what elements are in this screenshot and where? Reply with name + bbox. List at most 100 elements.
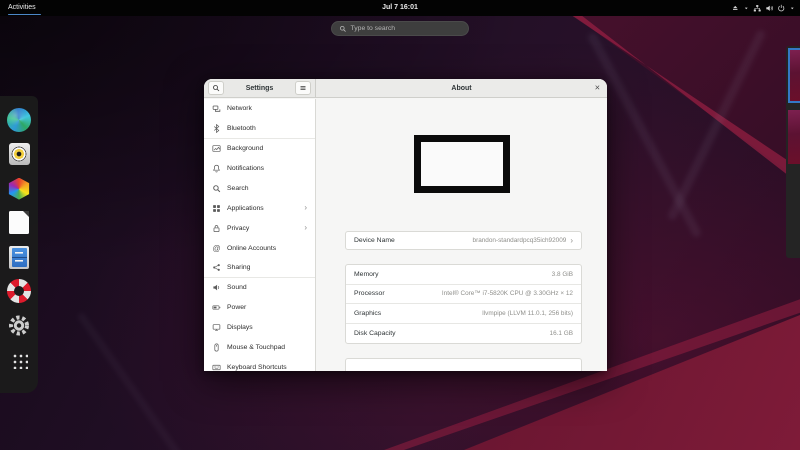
sidebar-item-label: Displays <box>227 324 253 331</box>
computer-monitor-icon <box>414 135 510 193</box>
content-header: About × <box>316 79 607 98</box>
dock-item-show-apps[interactable] <box>7 348 31 372</box>
web-browser-icon <box>7 108 31 132</box>
partial-card-clipped <box>345 358 582 371</box>
info-label: Disk Capacity <box>354 330 396 337</box>
sidebar-item-search[interactable]: Search <box>204 179 315 199</box>
notifications-icon <box>212 164 221 173</box>
caret-down-icon[interactable] <box>743 5 750 12</box>
sidebar-item-label: Notifications <box>227 165 264 172</box>
workspace-switcher <box>786 46 800 258</box>
photos-icon <box>8 178 30 200</box>
workspace-thumbnail-active[interactable] <box>788 48 800 103</box>
sidebar-item-power[interactable]: Power <box>204 298 315 318</box>
sidebar-item-applications[interactable]: Applications› <box>204 198 315 218</box>
device-name-label: Device Name <box>354 237 395 244</box>
help-icon <box>7 279 31 303</box>
desktop: Activities Jul 7 16:01 Type to search Se… <box>0 0 800 450</box>
dock-item-web-browser[interactable] <box>7 108 31 132</box>
sidebar-item-online-accounts[interactable]: @ Online Accounts <box>204 238 315 258</box>
device-name-row[interactable]: Device Name brandon-standardpcq35ich9200… <box>346 232 581 249</box>
info-value: llvmpipe (LLVM 11.0.1, 256 bits) <box>482 310 573 317</box>
activities-active-underline <box>8 14 41 16</box>
settings-sidebar: NetworkBluetooth Background Notifications S… <box>204 99 316 371</box>
sidebar-item-label: Privacy <box>227 225 249 232</box>
keyboard-icon <box>212 363 221 371</box>
volume-icon[interactable] <box>765 4 774 13</box>
dock-item-help[interactable] <box>7 279 31 303</box>
sidebar-item-label: Background <box>227 145 263 152</box>
show-apps-icon <box>11 352 28 369</box>
device-name-value: brandon-standardpcq35ich92009 <box>473 237 567 244</box>
caret-down-icon[interactable] <box>789 5 796 12</box>
page-title-about: About <box>316 85 607 92</box>
sidebar-item-label: Search <box>227 185 249 192</box>
sidebar-item-network[interactable]: Network <box>204 99 315 119</box>
power-button-icon[interactable] <box>777 4 786 13</box>
dock-item-photos[interactable] <box>7 177 31 201</box>
files-icon <box>9 246 29 269</box>
sidebar-item-background[interactable]: Background <box>204 139 315 159</box>
background-icon <box>212 144 221 153</box>
chevron-right-icon: › <box>570 237 573 245</box>
sidebar-header: Settings <box>204 79 316 98</box>
online-accounts-icon: @ <box>212 244 221 253</box>
info-value: Intel® Core™ i7-5820K CPU @ 3.30GHz × 12 <box>442 290 573 297</box>
info-value: 3.8 GiB <box>552 271 573 278</box>
sidebar-item-notifications[interactable]: Notifications <box>204 159 315 179</box>
sidebar-item-privacy[interactable]: Privacy› <box>204 218 315 238</box>
sound-icon <box>212 283 221 292</box>
sidebar-item-displays[interactable]: Displays <box>204 318 315 338</box>
mouse-icon <box>212 343 221 352</box>
clock[interactable]: Jul 7 16:01 <box>382 0 418 16</box>
sidebar-item-label: Keyboard Shortcuts <box>227 364 287 371</box>
chevron-right-icon: › <box>304 204 307 212</box>
displays-icon <box>212 323 221 332</box>
info-row-processor: Processor Intel® Core™ i7-5820K CPU @ 3.3… <box>346 285 581 305</box>
sidebar-item-label: Online Accounts <box>227 245 276 252</box>
close-icon[interactable]: × <box>595 84 600 93</box>
settings-search-button[interactable] <box>208 81 224 95</box>
dock <box>0 96 38 393</box>
settings-icon <box>7 313 31 338</box>
system-tray[interactable] <box>731 0 796 16</box>
sidebar-item-keyboard-shortcuts[interactable]: Keyboard Shortcuts <box>204 358 315 371</box>
network-icon <box>212 104 221 113</box>
workspace-thumbnail[interactable] <box>788 110 800 164</box>
documents-icon <box>9 211 29 234</box>
privacy-icon <box>212 224 221 233</box>
music-icon <box>9 143 30 165</box>
search-placeholder: Type to search <box>351 25 396 32</box>
sidebar-item-label: Mouse & Touchpad <box>227 344 285 351</box>
top-bar: Activities Jul 7 16:01 <box>0 0 800 16</box>
dock-item-settings[interactable] <box>7 314 31 338</box>
about-panel: Device Name brandon-standardpcq35ich9200… <box>317 99 607 371</box>
sidebar-item-label: Sharing <box>227 264 250 271</box>
sidebar-item-sound[interactable]: Sound <box>204 278 315 298</box>
search-icon <box>212 184 221 193</box>
bluetooth-icon <box>212 124 221 133</box>
window-title-settings: Settings <box>224 85 295 92</box>
sidebar-item-mouse-touchpad[interactable]: Mouse & Touchpad <box>204 338 315 358</box>
power-icon <box>212 303 221 312</box>
dock-item-documents[interactable] <box>7 211 31 235</box>
settings-window: Settings About × NetworkBluetooth Backgro… <box>204 79 607 371</box>
info-row-graphics: Graphicsllvmpipe (LLVM 11.0.1, 256 bits) <box>346 304 581 324</box>
info-label: Memory <box>354 271 379 278</box>
window-header: Settings About × <box>204 79 607 98</box>
search-input[interactable]: Type to search <box>331 21 469 36</box>
info-row-memory: Memory 3.8 GiB <box>346 265 581 285</box>
eject-icon[interactable] <box>731 4 740 13</box>
sidebar-item-bluetooth[interactable]: Bluetooth <box>204 119 315 139</box>
sidebar-item-sharing[interactable]: Sharing <box>204 258 315 278</box>
tray-network-icon[interactable] <box>753 4 762 13</box>
settings-menu-button[interactable] <box>295 81 311 95</box>
info-label: Processor <box>354 290 385 297</box>
search-icon <box>212 84 220 92</box>
dock-item-music[interactable] <box>7 142 31 166</box>
info-row-disk-capacity: Disk Capacity 16.1 GB <box>346 324 581 344</box>
info-value: 16.1 GB <box>550 330 573 337</box>
sidebar-item-label: Sound <box>227 284 247 291</box>
applications-icon <box>212 204 221 213</box>
dock-item-files[interactable] <box>7 245 31 269</box>
